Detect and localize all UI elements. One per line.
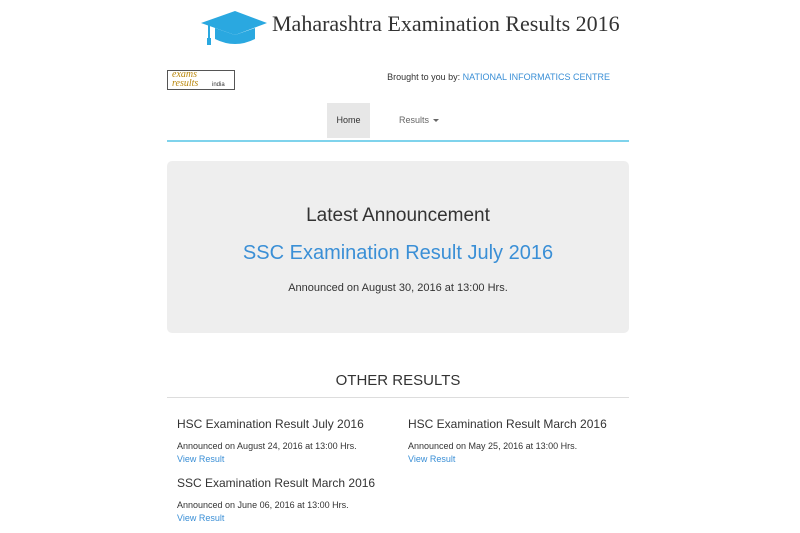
result-title: HSC Examination Result March 2016 [408,417,607,431]
result-card: SSC Examination Result March 2016 Announ… [177,476,397,523]
view-result-link[interactable]: View Result [177,454,397,464]
result-date: Announced on August 24, 2016 at 13:00 Hr… [177,441,357,451]
announcement-date: Announced on August 30, 2016 at 13:00 Hr… [288,282,508,294]
logo-line-2: results [172,78,199,89]
result-title: SSC Examination Result March 2016 [177,476,376,490]
result-date: Announced on May 25, 2016 at 13:00 Hrs. [408,441,578,451]
nic-link[interactable]: NATIONAL INFORMATICS CENTRE [463,72,610,82]
view-result-link[interactable]: View Result [177,513,397,523]
site-header: Maharashtra Examination Results 2016 [0,0,800,50]
announcement-link[interactable]: SSC Examination Result July 2016 [167,242,629,265]
site-title: Maharashtra Examination Results 2016 [272,11,620,36]
result-card: HSC Examination Result March 2016 Announ… [408,417,628,464]
caret-down-icon [433,119,440,123]
brought-by: Brought to you by: NATIONAL INFORMATICS … [387,72,610,82]
logo-line-3: india [212,82,225,88]
main-nav: Home Results [167,103,629,142]
exams-results-india-logo[interactable]: exams results india [167,70,235,90]
announcement-heading: Latest Announcement [306,205,490,226]
nav-results-dropdown[interactable]: Results [399,103,440,138]
nav-results-label: Results [399,115,430,125]
result-title: HSC Examination Result July 2016 [177,417,364,431]
divider [167,397,629,398]
nav-home[interactable]: Home [327,103,370,138]
other-results-title: OTHER RESULTS [335,372,461,389]
view-result-link[interactable]: View Result [408,454,628,464]
latest-announcement-panel: Latest Announcement SSC Examination Resu… [167,161,629,333]
result-date: Announced on June 06, 2016 at 13:00 Hrs. [177,500,349,510]
graduation-cap-icon [201,11,267,45]
result-card: HSC Examination Result July 2016 Announc… [177,417,397,464]
brought-by-prefix: Brought to you by: [387,72,461,82]
